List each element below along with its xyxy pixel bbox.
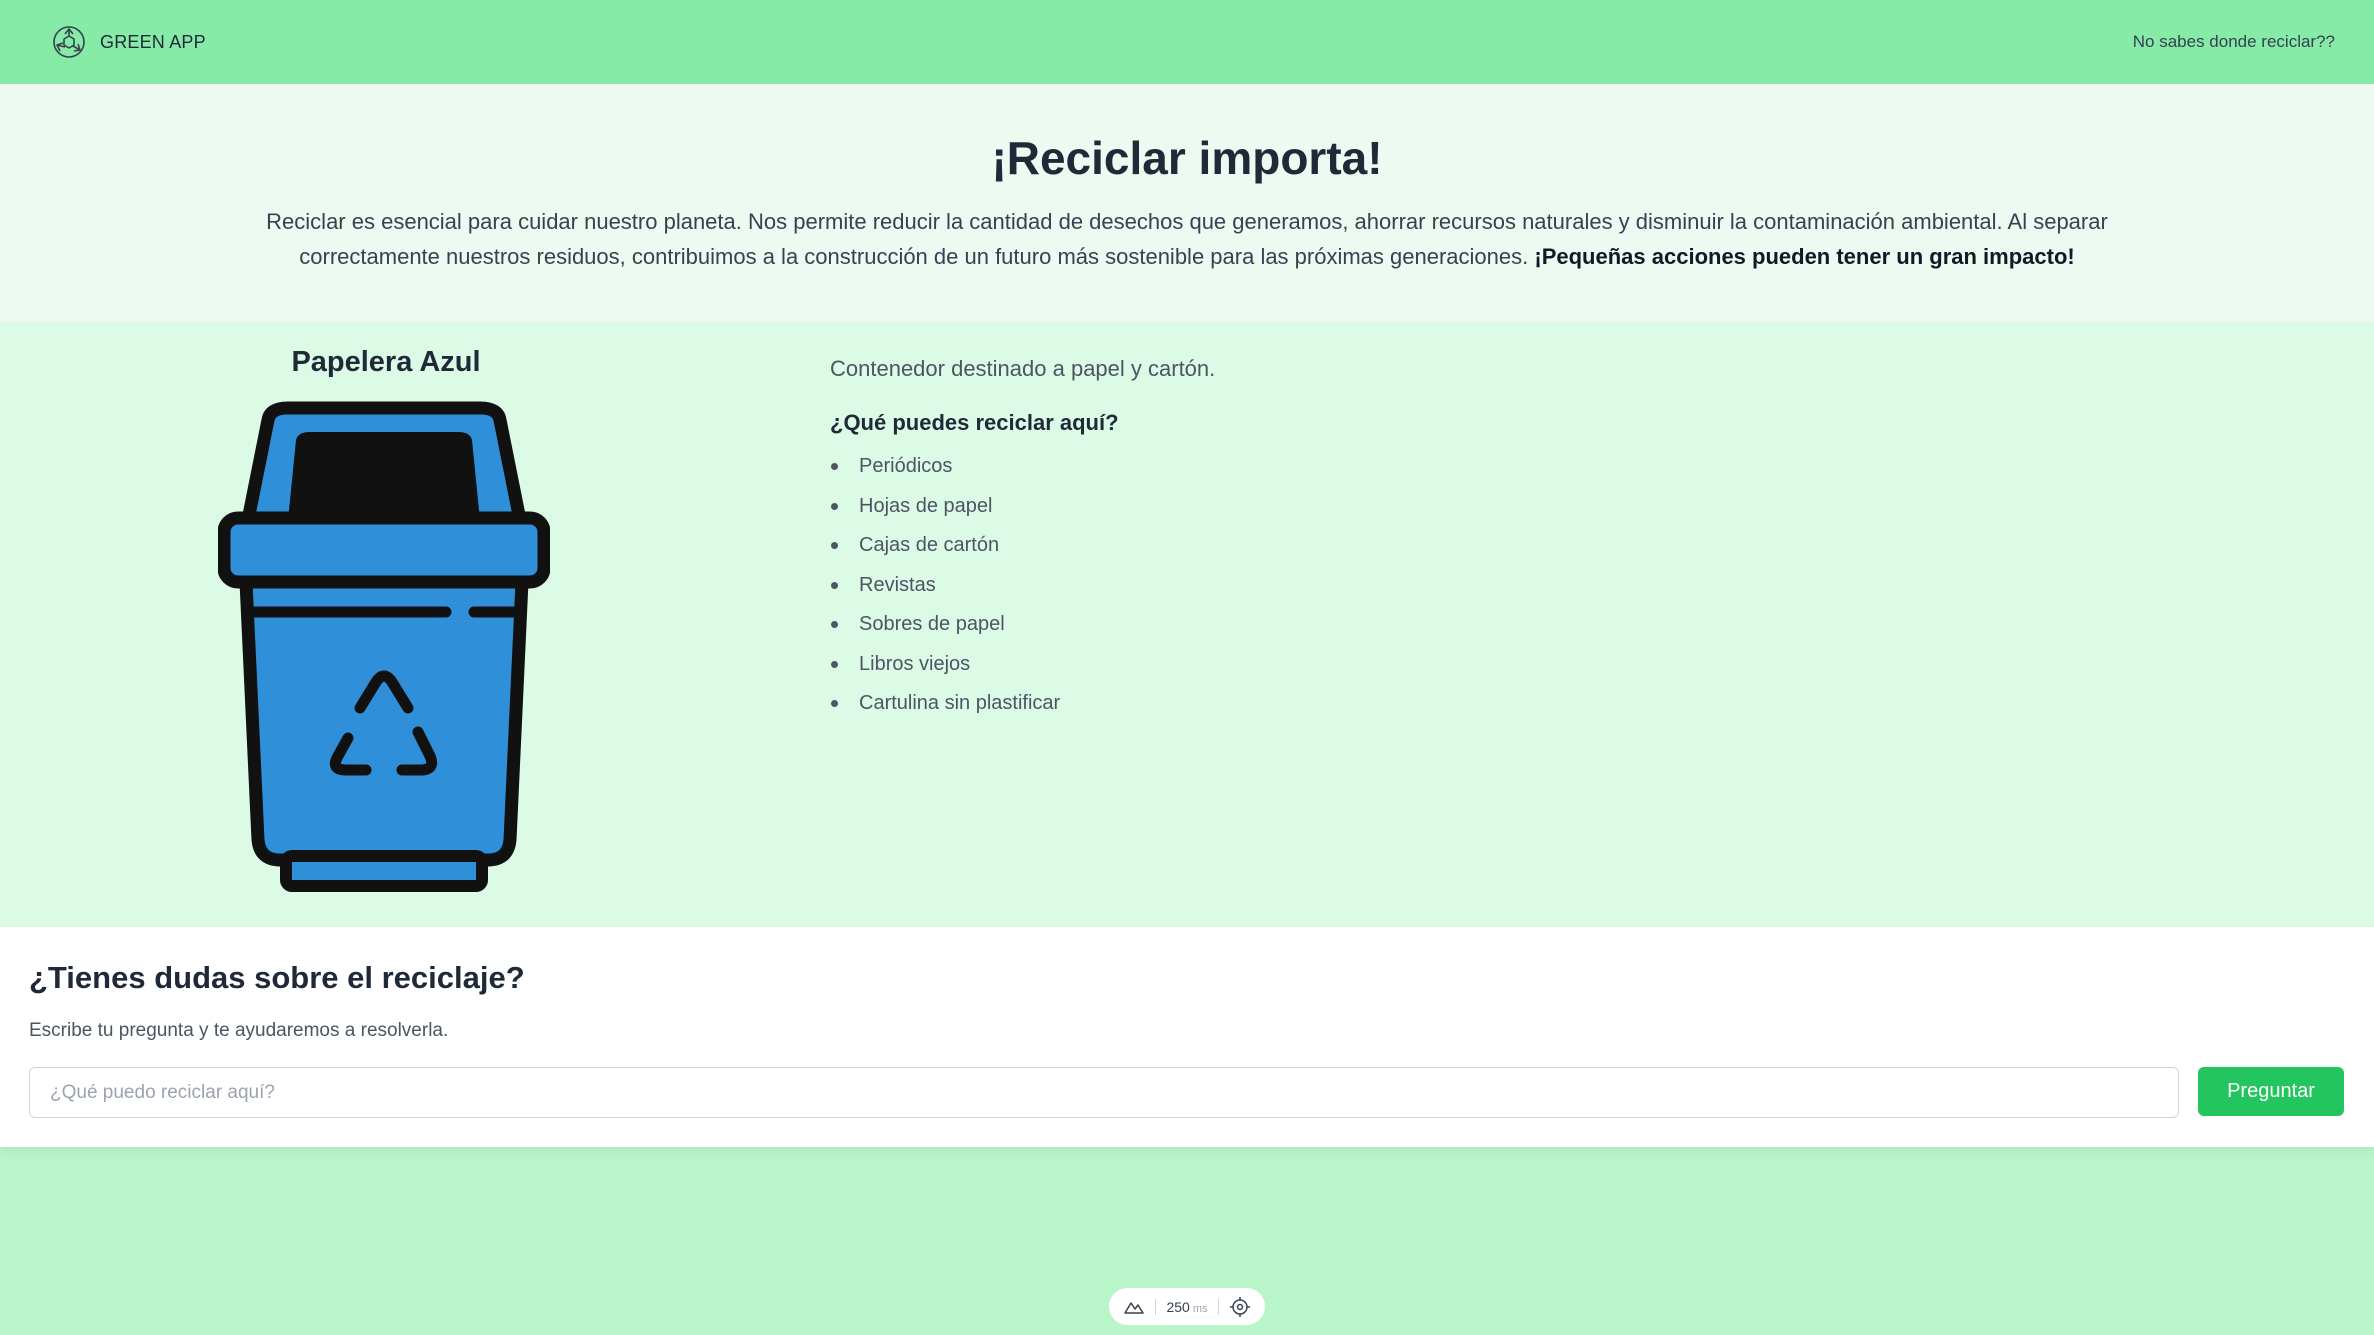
recycle-icon bbox=[52, 25, 86, 59]
brand[interactable]: GREEN APP bbox=[52, 25, 206, 59]
bin-title: Papelera Azul bbox=[291, 346, 481, 378]
list-item: Revistas bbox=[830, 571, 1060, 611]
divider bbox=[1217, 1298, 1219, 1315]
list-item: Periódicos bbox=[830, 452, 1060, 492]
delay-readout: 250 ms bbox=[1166, 1299, 1207, 1315]
faq-subtitle: Escribe tu pregunta y te ayudaremos a re… bbox=[29, 1020, 449, 1041]
faq-card: ¿Tienes dudas sobre el reciclaje? Escrib… bbox=[0, 927, 2374, 1147]
bin-description: Contenedor destinado a papel y cartón. bbox=[830, 356, 1216, 381]
hero-title: ¡Reciclar importa! bbox=[991, 132, 1383, 184]
divider bbox=[1155, 1298, 1157, 1315]
bin-info-section: Papelera Azul Contenedor destinado a pap… bbox=[0, 322, 2374, 927]
hero-section: ¡Reciclar importa! Reciclar es esencial … bbox=[0, 84, 2374, 322]
ask-button[interactable]: Preguntar bbox=[2198, 1067, 2344, 1116]
target-icon[interactable] bbox=[1229, 1296, 1251, 1318]
hero-text: Reciclar es esencial para cuidar nuestro… bbox=[255, 204, 2119, 274]
recyclable-items-list: Periódicos Hojas de papel Cajas de cartó… bbox=[830, 452, 1060, 729]
bin-question: ¿Qué puedes reciclar aquí? bbox=[830, 410, 1119, 435]
where-to-recycle-link[interactable]: No sabes donde reciclar?? bbox=[2133, 32, 2335, 52]
mountain-icon[interactable] bbox=[1123, 1296, 1145, 1318]
delay-value: 250 bbox=[1166, 1298, 1190, 1315]
list-item: Cajas de cartón bbox=[830, 531, 1060, 571]
hero-text-bold: ¡Pequeñas acciones pueden tener un gran … bbox=[1534, 244, 2075, 269]
list-item: Hojas de papel bbox=[830, 492, 1060, 532]
list-item: Libros viejos bbox=[830, 650, 1060, 690]
list-item: Cartulina sin plastificar bbox=[830, 689, 1060, 729]
question-input[interactable] bbox=[29, 1067, 2179, 1118]
navbar: GREEN APP No sabes donde reciclar?? bbox=[0, 0, 2374, 84]
floating-toolbar: 250 ms bbox=[1109, 1288, 1265, 1325]
list-item: Sobres de papel bbox=[830, 610, 1060, 650]
brand-name: GREEN APP bbox=[100, 31, 206, 52]
delay-unit: ms bbox=[1192, 1302, 1208, 1315]
blue-bin-icon bbox=[217, 400, 551, 892]
faq-title: ¿Tienes dudas sobre el reciclaje? bbox=[29, 960, 525, 995]
